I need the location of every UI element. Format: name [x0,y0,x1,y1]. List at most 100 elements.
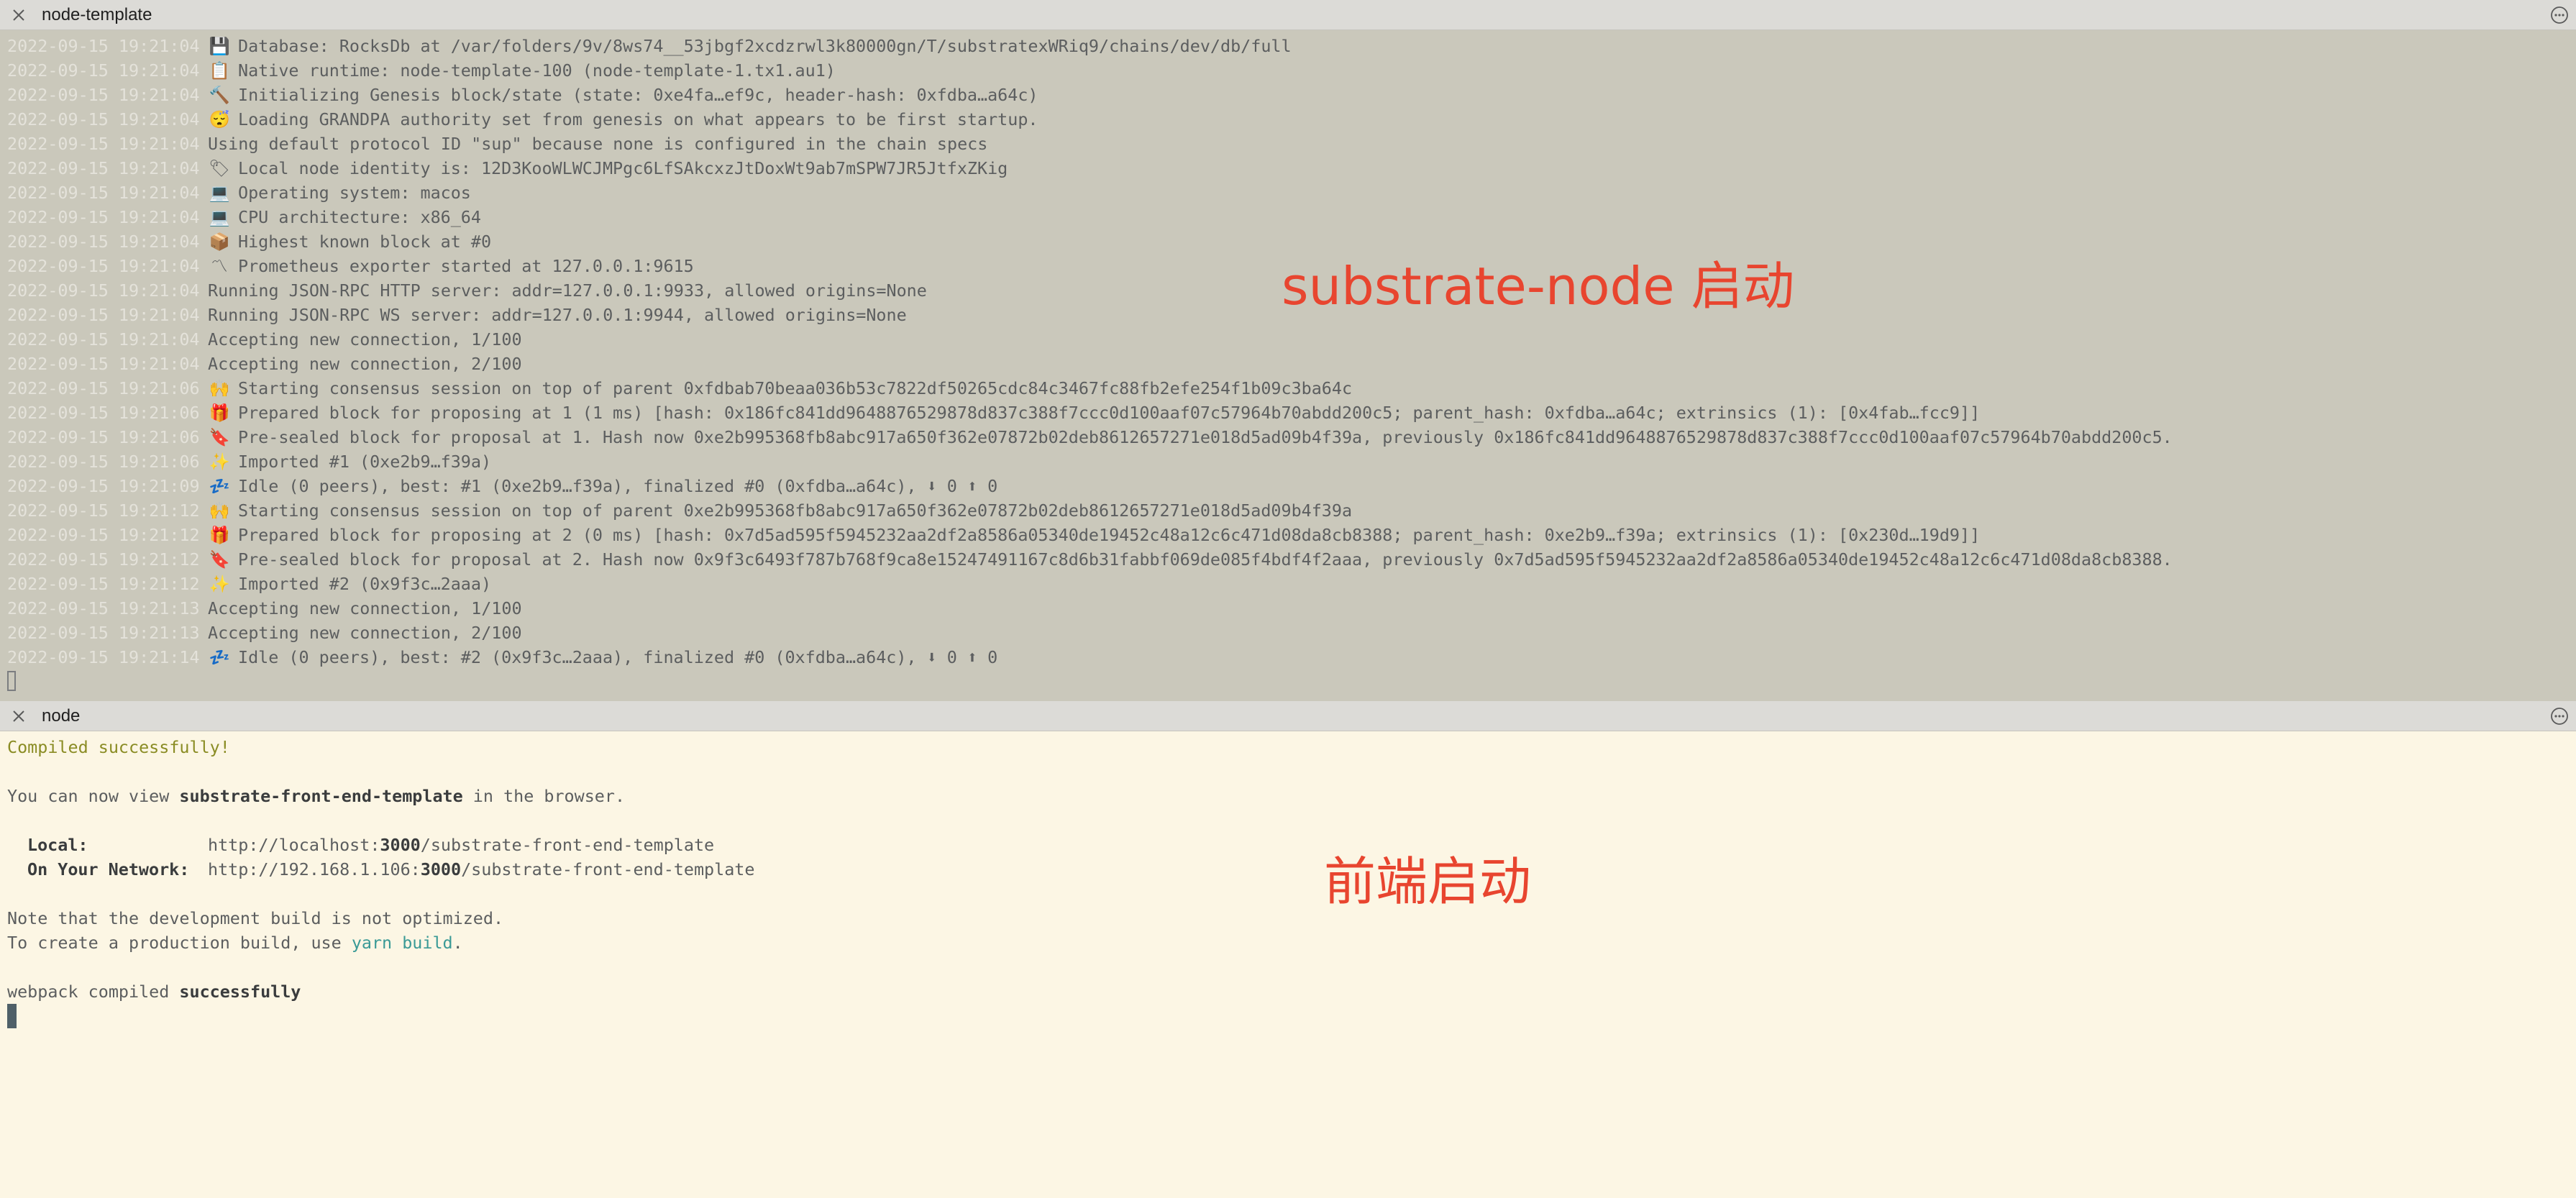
log-message: Prepared block for proposing at 2 (0 ms)… [238,525,1981,545]
log-timestamp: 2022-09-15 19:21:04 [7,305,200,325]
log-timestamp: 2022-09-15 19:21:06 [7,427,200,447]
log-timestamp: 2022-09-15 19:21:04 [7,134,200,154]
log-line: 2022-09-15 19:21:04 🏷 Local node identity … [0,156,2576,180]
local-label-text: Local: [27,835,88,855]
log-emoji-icon: 💤 [209,647,230,667]
log-message: Prepared block for proposing at 1 (1 ms)… [238,403,1981,423]
network-url-prefix: http://192.168.1.106: [208,859,421,879]
log-timestamp: 2022-09-15 19:21:14 [7,647,200,667]
log-line: 2022-09-15 19:21:04 🔨 Initializing Genesis… [0,83,2576,107]
log-line: 2022-09-15 19:21:04 📋 Native runtime: node… [0,58,2576,83]
log-message: Starting consensus session on top of par… [238,500,1353,521]
local-label: Local: [27,833,88,857]
log-message: Prometheus exporter started at 127.0.0.1… [238,256,694,276]
log-timestamp: 2022-09-15 19:21:04 [7,354,200,374]
log-line: 2022-09-15 19:21:12 🙌 Starting consensus s… [0,498,2576,523]
tab-title-node-template[interactable]: node-template [42,0,152,30]
log-timestamp: 2022-09-15 19:21:04 [7,207,200,227]
log-timestamp: 2022-09-15 19:21:04 [7,232,200,252]
log-emoji-icon: 🔖 [209,549,230,570]
bottom-tab-bar: node [0,701,2576,731]
log-line: 2022-09-15 19:21:04 💻 Operating system: ma… [0,180,2576,205]
log-line: 2022-09-15 19:21:09 💤 Idle (0 peers), best… [0,474,2576,498]
log-line: 2022-09-15 19:21:06 🎁 Prepared block for p… [0,401,2576,425]
log-message: Starting consensus session on top of par… [238,378,1353,398]
log-message: Accepting new connection, 2/100 [208,623,522,643]
local-url-prefix: http://localhost: [208,835,380,855]
view-prefix: You can now view [7,786,180,806]
log-message: Accepting new connection, 2/100 [208,354,522,374]
log-timestamp: 2022-09-15 19:21:12 [7,574,200,594]
network-label-text: On Your Network: [27,859,190,879]
log-timestamp: 2022-09-15 19:21:06 [7,378,200,398]
log-timestamp: 2022-09-15 19:21:13 [7,623,200,643]
log-line: 2022-09-15 19:21:04 Using default protoco… [0,132,2576,156]
prod-command: yarn build [351,933,453,953]
dev-build-note: Note that the development build is not o… [7,908,504,928]
local-port: 3000 [380,835,421,855]
log-line: 2022-09-15 19:21:04 📦 Highest known block … [0,229,2576,254]
log-emoji-icon: 🙌 [209,378,230,398]
log-emoji-icon: 📋 [209,60,230,81]
network-url-suffix: /substrate-front-end-template [461,859,755,879]
prod-prefix: To create a production build, use [7,933,352,953]
log-message: Database: RocksDb at /var/folders/9v/8ws… [238,36,1292,56]
log-message: Pre-sealed block for proposal at 1. Hash… [238,427,2173,447]
log-timestamp: 2022-09-15 19:21:06 [7,403,200,423]
log-emoji-icon: 💻 [209,183,230,203]
log-line: 2022-09-15 19:21:04 Accepting new connect… [0,352,2576,376]
log-line: 2022-09-15 19:21:13 Accepting new connect… [0,621,2576,645]
local-url-suffix: /substrate-front-end-template [420,835,715,855]
close-icon[interactable] [7,0,30,30]
log-message: Running JSON-RPC HTTP server: addr=127.0… [208,280,927,301]
log-message: Accepting new connection, 1/100 [208,329,522,349]
log-emoji-icon: 〽 [211,256,228,276]
log-emoji-icon: 💾 [209,36,230,56]
log-timestamp: 2022-09-15 19:21:04 [7,183,200,203]
log-line: 2022-09-15 19:21:06 🙌 Starting consensus s… [0,376,2576,401]
log-message: Loading GRANDPA authority set from genes… [238,109,1038,129]
log-timestamp: 2022-09-15 19:21:09 [7,476,200,496]
log-timestamp: 2022-09-15 19:21:12 [7,549,200,570]
prod-suffix: . [452,933,463,953]
tab-title-node[interactable]: node [42,701,80,731]
log-message: Native runtime: node-template-100 (node-… [238,60,836,81]
log-line: 2022-09-15 19:21:12 ✨ Imported #2 (0x9f3c…… [0,572,2576,596]
log-line: 2022-09-15 19:21:14 💤 Idle (0 peers), best… [0,645,2576,669]
log-timestamp: 2022-09-15 19:21:04 [7,280,200,301]
log-timestamp: 2022-09-15 19:21:06 [7,452,200,472]
log-timestamp: 2022-09-15 19:21:12 [7,500,200,521]
node-template-terminal[interactable]: 2022-09-15 19:21:04 💾 Database: RocksDb at… [0,30,2576,701]
view-suffix: in the browser. [462,786,626,806]
log-emoji-icon: 💻 [209,207,230,227]
view-line: You can now view substrate-front-end-tem… [7,784,625,808]
log-message: Using default protocol ID "sup" because … [208,134,988,154]
terminal-cursor [7,1004,17,1028]
log-message: Imported #1 (0xe2b9…f39a) [238,452,492,472]
log-timestamp: 2022-09-15 19:21:04 [7,256,200,276]
log-message: Initializing Genesis block/state (state:… [238,85,1038,105]
log-message: Idle (0 peers), best: #1 (0xe2b9…f39a), … [238,476,998,496]
log-line: 2022-09-15 19:21:04 💾 Database: RocksDb at… [0,34,2576,58]
network-url[interactable]: http://192.168.1.106:3000/substrate-fron… [208,857,754,882]
webpack-prefix: webpack compiled [7,982,180,1002]
network-port: 3000 [420,859,462,879]
more-options-icon[interactable] [2550,707,2569,726]
log-timestamp: 2022-09-15 19:21:04 [7,158,200,178]
log-timestamp: 2022-09-15 19:21:04 [7,109,200,129]
log-emoji-icon: 🔖 [209,427,230,447]
network-label: On Your Network: [27,857,189,882]
log-message: Operating system: macos [238,183,471,203]
webpack-status: successfully [179,982,301,1002]
local-url[interactable]: http://localhost:3000/substrate-front-en… [208,833,714,857]
more-options-icon[interactable] [2550,6,2569,24]
log-timestamp: 2022-09-15 19:21:13 [7,598,200,618]
log-message: Idle (0 peers), best: #2 (0x9f3c…2aaa), … [238,647,998,667]
log-timestamp: 2022-09-15 19:21:04 [7,85,200,105]
log-emoji-icon: 🏷 [209,158,230,178]
log-emoji-icon: 💤 [209,476,230,496]
log-emoji-icon: 🙌 [209,500,230,521]
close-icon[interactable] [7,701,30,731]
log-line: 2022-09-15 19:21:12 🔖 Pre-sealed block for… [0,547,2576,572]
log-timestamp: 2022-09-15 19:21:04 [7,36,200,56]
